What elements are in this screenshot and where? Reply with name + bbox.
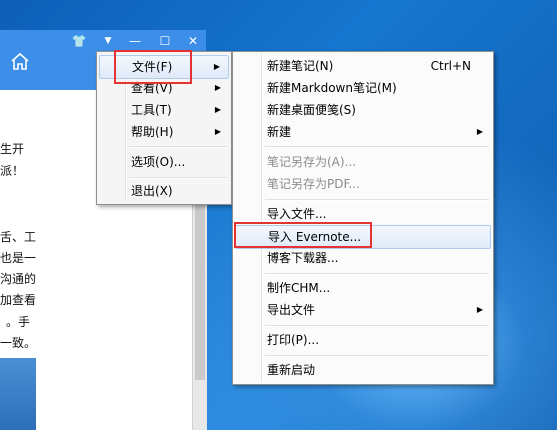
menu-separator [265, 355, 489, 357]
menu-item-label: 新建桌面便笺(S) [267, 103, 356, 117]
maximize-icon[interactable]: ☐ [156, 32, 174, 50]
menu-separator [129, 177, 227, 179]
menu-item-label: 笔记另存为(A)... [267, 155, 357, 169]
doc-text-line: 。手 [5, 315, 30, 329]
menu-item-save-as-pdf[interactable]: 笔记另存为PDF... [235, 173, 491, 195]
home-icon[interactable] [8, 50, 32, 74]
menu-item-new-sticky[interactable]: 新建桌面便笺(S) [235, 99, 491, 121]
menu-item-options[interactable]: 选项(O)... [99, 151, 229, 173]
menu-item-label: 新建 [267, 125, 292, 139]
menu-item-restart[interactable]: 重新启动 [235, 359, 491, 381]
menu-item-label: 导出文件 [267, 303, 316, 317]
doc-image [0, 358, 36, 430]
menu-separator [265, 273, 489, 275]
doc-text-line: 舌、工 [0, 230, 37, 244]
menu-item-label: 退出(X) [131, 184, 173, 198]
menu-item-blog-downloader[interactable]: 博客下载器... [235, 247, 491, 269]
menu-item-label: 打印(P)... [267, 333, 320, 347]
menu-separator [129, 146, 227, 148]
menu-item-new-markdown[interactable]: 新建Markdown笔记(M) [235, 77, 491, 99]
menu-item-new[interactable]: 新建 ▶ [235, 121, 491, 143]
highlight-box-import-evernote [234, 222, 372, 248]
file-submenu: 新建笔记(N) Ctrl+N 新建Markdown笔记(M) 新建桌面便笺(S)… [232, 51, 494, 385]
menu-item-save-as[interactable]: 笔记另存为(A)... [235, 151, 491, 173]
menu-item-new-note[interactable]: 新建笔记(N) Ctrl+N [235, 55, 491, 77]
doc-text-line: 一致。 [0, 336, 37, 350]
menu-item-label: 笔记另存为PDF... [267, 177, 360, 191]
doc-text-line: 沟通的 [0, 272, 37, 286]
menu-item-print[interactable]: 打印(P)... [235, 329, 491, 351]
menu-item-label: 制作CHM... [267, 281, 331, 295]
menu-item-label: 新建Markdown笔记(M) [267, 81, 397, 95]
shirt-icon[interactable]: 👕 [70, 32, 88, 50]
submenu-arrow-icon: ▶ [213, 62, 220, 71]
menu-item-label: 帮助(H) [131, 125, 174, 139]
doc-text-line: 派！ [0, 164, 25, 178]
menu-item-label: 工具(T) [131, 103, 172, 117]
menu-separator [265, 199, 489, 201]
menu-separator [265, 325, 489, 327]
menu-item-help[interactable]: 帮助(H) ▶ [99, 121, 229, 143]
submenu-arrow-icon: ▶ [476, 305, 483, 314]
dropdown-icon[interactable]: ▼ [99, 32, 117, 50]
minimize-icon[interactable]: — [126, 32, 144, 50]
menu-item-make-chm[interactable]: 制作CHM... [235, 277, 491, 299]
menu-item-label: 新建笔记(N) [267, 59, 334, 73]
menu-item-tools[interactable]: 工具(T) ▶ [99, 99, 229, 121]
submenu-arrow-icon: ▶ [214, 105, 221, 114]
doc-text-line: 也是一 [0, 251, 37, 265]
menu-item-export-file[interactable]: 导出文件 ▶ [235, 299, 491, 321]
close-icon[interactable]: ✕ [184, 32, 202, 50]
menu-item-label: 选项(O)... [131, 155, 186, 169]
menu-separator [265, 146, 489, 148]
menu-item-exit[interactable]: 退出(X) [99, 180, 229, 202]
menu-item-shortcut: Ctrl+N [430, 59, 471, 73]
submenu-arrow-icon: ▶ [214, 127, 221, 136]
highlight-box-file [114, 50, 192, 84]
menu-item-label: 重新启动 [267, 363, 316, 377]
submenu-arrow-icon: ▶ [214, 83, 221, 92]
menu-item-label: 博客下载器... [267, 251, 339, 265]
submenu-arrow-icon: ▶ [476, 127, 483, 136]
doc-text-line: 生开 [0, 142, 25, 156]
doc-text-line: 加查看 [0, 293, 37, 307]
